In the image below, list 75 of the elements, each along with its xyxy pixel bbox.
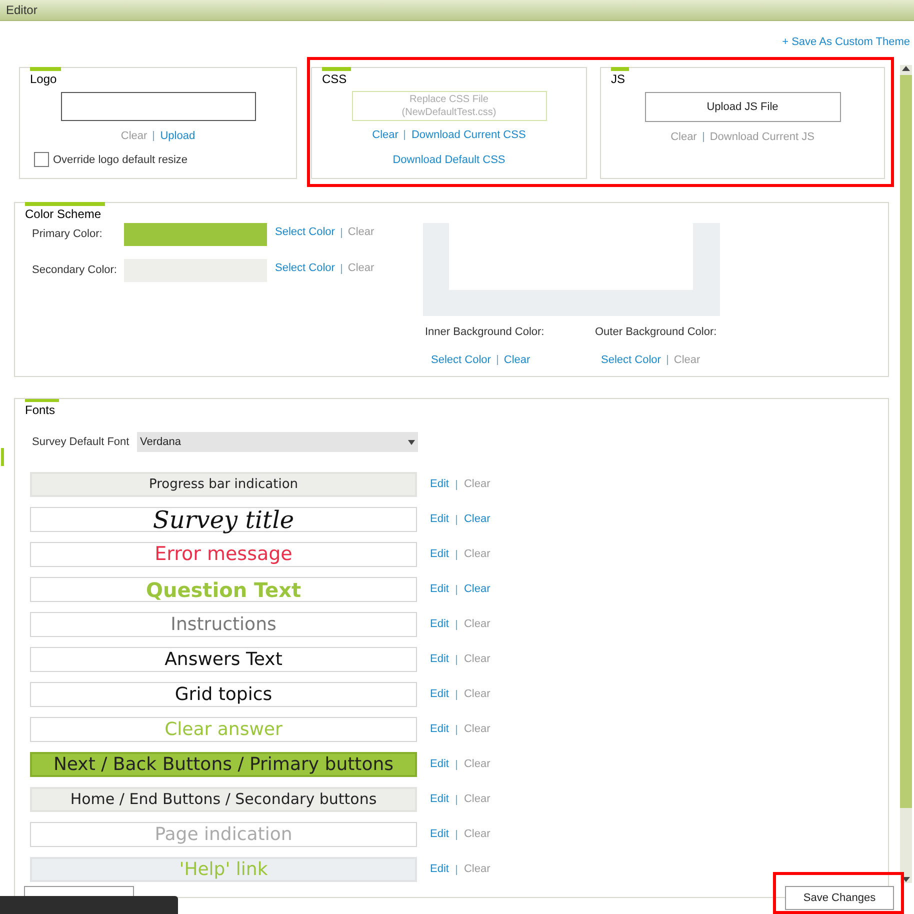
link[interactable]: Select Color: [431, 352, 491, 368]
panel-title: Logo: [30, 67, 61, 86]
clear-link[interactable]: Clear: [464, 651, 490, 668]
link[interactable]: Download Current JS: [710, 129, 814, 146]
edit-link[interactable]: Edit: [430, 511, 449, 528]
link[interactable]: Select Color: [275, 224, 335, 241]
link[interactable]: Select Color: [601, 352, 661, 368]
font-preview: Next / Back Buttons / Primary buttons: [30, 752, 417, 777]
scroll-down-icon[interactable]: [902, 875, 910, 883]
field-label: Survey Default Font: [32, 434, 130, 450]
clear-link[interactable]: Clear: [464, 826, 490, 843]
font-preview: Answers Text: [30, 647, 417, 672]
checkbox-label: Override logo default resize: [53, 152, 188, 168]
save-changes-button[interactable]: Save Changes: [785, 886, 894, 910]
link[interactable]: Download Current CSS: [411, 127, 526, 144]
font-preview: Instructions: [30, 612, 417, 637]
scroll-up-icon[interactable]: [902, 65, 910, 73]
edit-link[interactable]: Edit: [430, 721, 449, 738]
edit-link[interactable]: Edit: [430, 861, 449, 878]
clear-link[interactable]: Clear: [464, 581, 490, 598]
link[interactable]: Clear: [504, 352, 530, 368]
clear-link[interactable]: Clear: [464, 686, 490, 703]
font-preview: Error message: [30, 542, 417, 567]
font-dropdown[interactable]: Verdana: [137, 432, 418, 452]
edit-link[interactable]: Edit: [430, 581, 449, 598]
panel-title: Fonts: [25, 399, 60, 417]
panel-title: JS: [611, 67, 630, 86]
link[interactable]: Clear: [674, 352, 700, 368]
link[interactable]: Upload: [160, 128, 196, 144]
font-preview: Clear answer: [30, 717, 417, 742]
panel-title: Color Scheme: [25, 202, 106, 221]
edit-link[interactable]: Edit: [430, 826, 449, 843]
color-swatch[interactable]: [124, 223, 267, 246]
link[interactable]: Download Default CSS: [392, 152, 506, 168]
clear-link[interactable]: Clear: [464, 721, 490, 738]
font-preview: Home / End Buttons / Secondary buttons: [30, 787, 417, 812]
caret-icon: [408, 440, 415, 444]
link[interactable]: Clear: [372, 127, 398, 144]
font-preview: 'Help' link: [30, 857, 417, 882]
font-preview: Question Text: [30, 577, 417, 602]
font-preview: Progress bar indication: [30, 472, 417, 497]
clear-link[interactable]: Clear: [464, 791, 490, 808]
marker: [1, 448, 4, 466]
upload-js-button[interactable]: Upload JS File: [644, 92, 840, 122]
link[interactable]: Clear: [348, 224, 374, 241]
field-label: Outer Background Color:: [595, 325, 717, 340]
clear-link[interactable]: Clear: [464, 476, 490, 493]
font-preview: Survey title: [30, 507, 417, 532]
font-preview: Grid topics: [30, 682, 417, 707]
edit-link[interactable]: Edit: [430, 791, 449, 808]
clear-link[interactable]: Clear: [464, 756, 490, 773]
clear-link[interactable]: Clear: [464, 546, 490, 563]
field-label: Secondary Color:: [32, 263, 118, 278]
field-label: Inner Background Color:: [425, 325, 544, 340]
window-title: Editor: [6, 2, 38, 19]
edit-link[interactable]: Edit: [430, 686, 449, 703]
link[interactable]: Clear: [120, 128, 148, 144]
panel-title: CSS: [322, 67, 351, 86]
edit-link[interactable]: Edit: [430, 651, 449, 668]
edit-link[interactable]: Edit: [430, 616, 449, 633]
save-custom-theme-link[interactable]: + Save As Custom Theme: [782, 34, 910, 51]
link[interactable]: Select Color: [275, 260, 335, 277]
logo-field[interactable]: [60, 92, 256, 121]
edit-link[interactable]: Edit: [430, 756, 449, 773]
link[interactable]: Clear: [670, 129, 697, 146]
edit-link[interactable]: Edit: [430, 476, 449, 493]
font-preview: Page indication: [30, 822, 417, 847]
clear-link[interactable]: Clear: [464, 511, 490, 528]
clear-link[interactable]: Clear: [464, 616, 490, 633]
checkbox[interactable]: [34, 152, 49, 168]
link[interactable]: Clear: [348, 260, 374, 277]
clear-link[interactable]: Clear: [464, 861, 490, 878]
edit-link[interactable]: Edit: [430, 546, 449, 563]
field-label: Primary Color:: [32, 227, 104, 242]
discard-button[interactable]: [24, 886, 134, 896]
